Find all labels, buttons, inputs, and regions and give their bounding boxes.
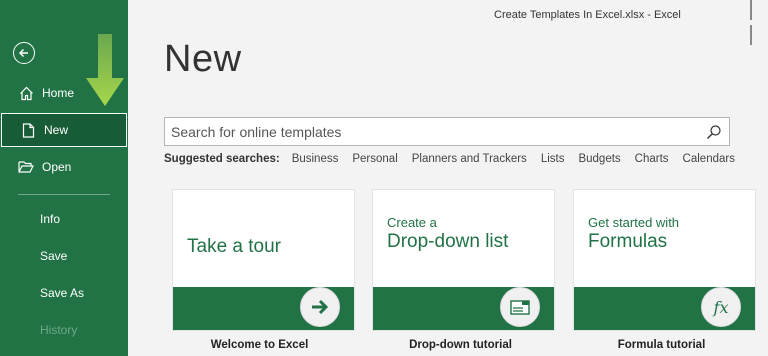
search-input[interactable] [165, 118, 705, 145]
suggested-link-charts[interactable]: Charts [635, 153, 669, 165]
sidebar-item-label: Save As [40, 286, 85, 300]
suggested-link-budgets[interactable]: Budgets [578, 153, 620, 165]
backstage-sidebar: Home New Open Info Save Save As History [0, 0, 128, 356]
sidebar-item-label: Home [42, 86, 75, 100]
template-subtitle: Get started with [588, 215, 680, 230]
sidebar-item-info[interactable]: Info [0, 202, 128, 236]
template-subtitle: Create a [387, 215, 437, 230]
sidebar-item-save-as[interactable]: Save As [0, 276, 128, 310]
home-icon [18, 85, 34, 101]
page-title: New [164, 38, 242, 80]
suggested-searches-label: Suggested searches: [164, 153, 280, 165]
sidebar-item-save[interactable]: Save [0, 239, 128, 273]
window-resize-handle[interactable] [750, 0, 755, 45]
sidebar-item-open[interactable]: Open [0, 150, 128, 184]
dropdown-list-icon [500, 287, 540, 327]
template-caption: Formula tutorial [617, 339, 706, 351]
new-document-icon [20, 122, 36, 138]
template-caption: Welcome to Excel [210, 339, 309, 351]
template-title: Formulas [588, 231, 668, 252]
open-folder-icon [18, 159, 34, 175]
window-title: Create Templates In Excel.xlsx - Excel [494, 9, 681, 21]
suggested-link-lists[interactable]: Lists [541, 153, 565, 165]
sidebar-item-new[interactable]: New [1, 113, 127, 147]
sidebar-item-label: Save [40, 249, 68, 263]
sidebar-item-label: History [40, 323, 78, 337]
suggested-link-planners[interactable]: Planners and Trackers [412, 153, 527, 165]
pointer-arrow-icon [86, 34, 124, 106]
function-fx-icon: fx [701, 287, 741, 327]
suggested-link-business[interactable]: Business [292, 153, 339, 165]
sidebar-item-label: New [44, 123, 69, 137]
template-title: Take a tour [187, 236, 281, 257]
template-card-formulas[interactable]: Get started with Formulas fx [573, 189, 756, 331]
sidebar-divider [18, 194, 110, 195]
template-title: Drop-down list [387, 231, 509, 252]
sidebar-item-label: Open [42, 160, 72, 174]
suggested-link-calendars[interactable]: Calendars [683, 153, 735, 165]
back-arrow-icon[interactable] [13, 42, 35, 64]
template-card-take-a-tour[interactable]: Take a tour [172, 189, 355, 331]
arrow-right-icon [300, 287, 340, 327]
sidebar-item-label: Info [40, 212, 61, 226]
template-card-dropdown[interactable]: Create a Drop-down list [372, 189, 555, 331]
sidebar-item-history: History [0, 313, 128, 347]
suggested-searches: Suggested searches: Business Personal Pl… [164, 153, 749, 165]
search-icon[interactable] [705, 123, 723, 141]
template-search-box [164, 117, 730, 146]
template-caption: Drop-down tutorial [409, 339, 512, 351]
suggested-link-personal[interactable]: Personal [352, 153, 397, 165]
